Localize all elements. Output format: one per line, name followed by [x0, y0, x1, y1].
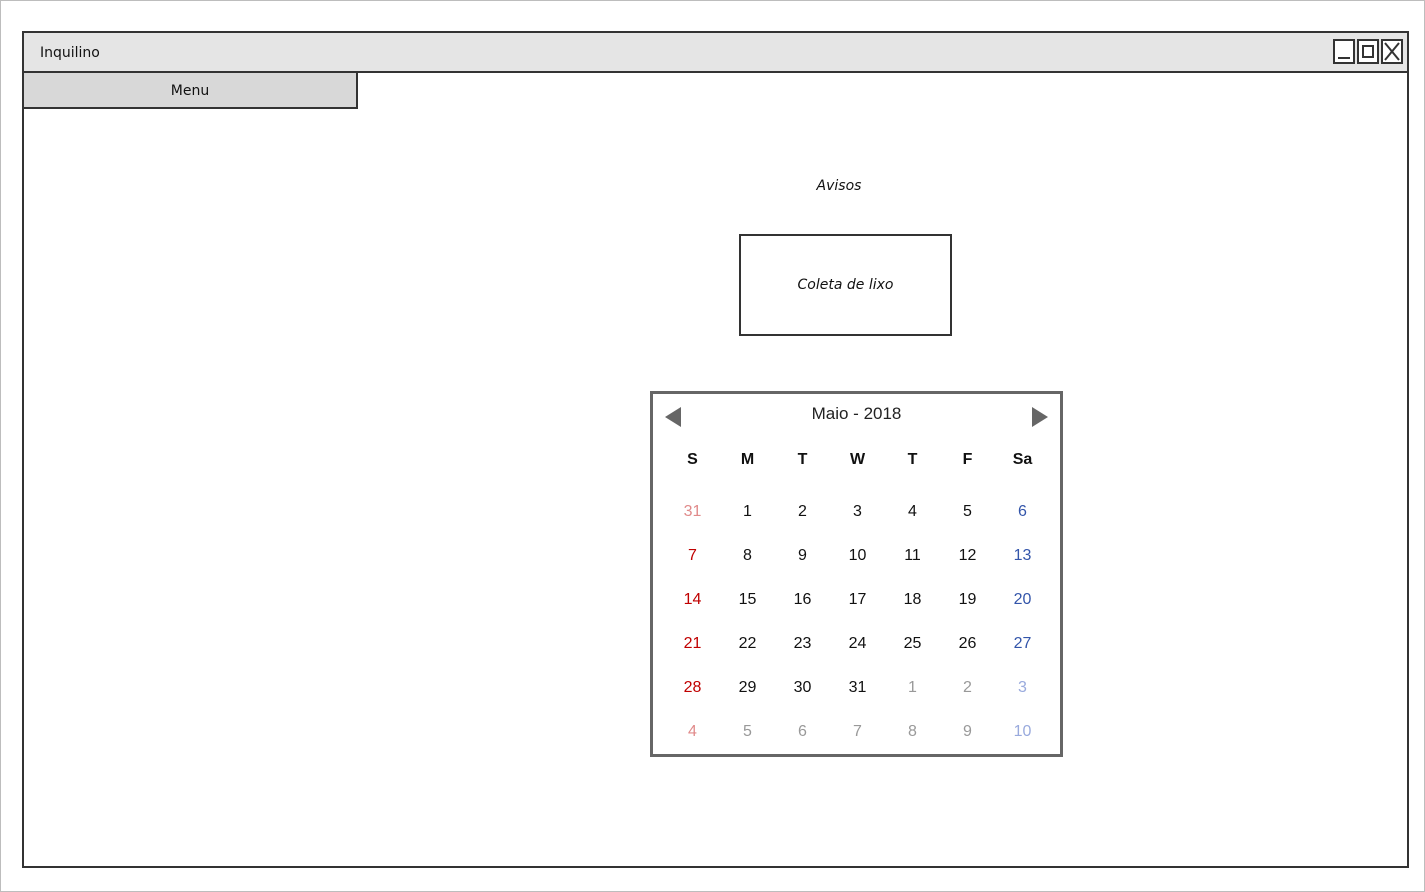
notice-card-label: Coleta de lixo	[797, 277, 894, 293]
calendar-day[interactable]: 14	[665, 578, 720, 622]
calendar-day[interactable]: 9	[940, 710, 995, 754]
weekday-header: T	[797, 451, 808, 468]
weekday-header: T	[907, 451, 918, 468]
calendar-day[interactable]: 5	[940, 490, 995, 534]
calendar-day[interactable]: 28	[665, 666, 720, 710]
notice-card[interactable]: Coleta de lixo	[739, 234, 952, 336]
minimize-icon	[1338, 57, 1350, 59]
notices-heading: Avisos	[816, 178, 862, 194]
calendar-day[interactable]: 29	[720, 666, 775, 710]
app-window: Inquilino Menu Avisos Coleta de lixo Mai…	[22, 31, 1409, 868]
window-title: Inquilino	[40, 45, 100, 61]
calendar-day[interactable]: 31	[665, 490, 720, 534]
title-bar: Inquilino	[24, 33, 1407, 73]
calendar-day[interactable]: 19	[940, 578, 995, 622]
calendar-day[interactable]: 7	[665, 534, 720, 578]
calendar-day[interactable]: 20	[995, 578, 1050, 622]
calendar-day[interactable]: 2	[940, 666, 995, 710]
next-month-arrow-icon[interactable]	[1032, 407, 1048, 427]
calendar-day[interactable]: 31	[830, 666, 885, 710]
calendar-day[interactable]: 21	[665, 622, 720, 666]
calendar-day[interactable]: 22	[720, 622, 775, 666]
calendar-day[interactable]: 15	[720, 578, 775, 622]
calendar-day[interactable]: 7	[830, 710, 885, 754]
close-icon	[1384, 42, 1400, 61]
minimize-button[interactable]	[1333, 39, 1355, 64]
calendar-header: Maio - 2018	[653, 402, 1060, 432]
menu-button[interactable]: Menu	[24, 73, 358, 109]
calendar-day[interactable]: 9	[775, 534, 830, 578]
calendar-day[interactable]: 17	[830, 578, 885, 622]
calendar-day[interactable]: 8	[720, 534, 775, 578]
weekday-header: W	[849, 451, 866, 468]
calendar-day[interactable]: 6	[775, 710, 830, 754]
calendar-day[interactable]: 5	[720, 710, 775, 754]
calendar-day[interactable]: 6	[995, 490, 1050, 534]
close-button[interactable]	[1381, 39, 1403, 64]
calendar-widget: Maio - 2018 S M T W T F Sa 31 1 2 3 4 5 6 7 8 9 10 11 12 13 1…	[650, 391, 1063, 757]
calendar-day[interactable]: 8	[885, 710, 940, 754]
calendar-day[interactable]: 1	[720, 490, 775, 534]
calendar-day[interactable]: 27	[995, 622, 1050, 666]
calendar-day[interactable]: 10	[830, 534, 885, 578]
maximize-icon	[1362, 45, 1374, 58]
calendar-day[interactable]: 24	[830, 622, 885, 666]
weekday-header: S	[687, 451, 698, 468]
weekday-header: F	[962, 451, 973, 468]
calendar-day[interactable]: 3	[830, 490, 885, 534]
calendar-day[interactable]: 4	[885, 490, 940, 534]
calendar-day[interactable]: 10	[995, 710, 1050, 754]
calendar-grid: S M T W T F Sa 31 1 2 3 4 5 6 7 8 9 10 11 12 13 14 15 16 17 18 19 2…	[665, 446, 1051, 754]
calendar-day[interactable]: 18	[885, 578, 940, 622]
calendar-day[interactable]: 13	[995, 534, 1050, 578]
calendar-day[interactable]: 12	[940, 534, 995, 578]
calendar-day[interactable]: 23	[775, 622, 830, 666]
page-background: Inquilino Menu Avisos Coleta de lixo Mai…	[0, 0, 1425, 892]
maximize-button[interactable]	[1357, 39, 1379, 64]
calendar-day[interactable]: 2	[775, 490, 830, 534]
calendar-day[interactable]: 26	[940, 622, 995, 666]
calendar-day[interactable]: 4	[665, 710, 720, 754]
calendar-day[interactable]: 25	[885, 622, 940, 666]
calendar-day[interactable]: 11	[885, 534, 940, 578]
window-controls	[1333, 39, 1403, 64]
weekday-header: M	[740, 451, 755, 468]
calendar-month-title: Maio - 2018	[811, 404, 902, 423]
calendar-day[interactable]: 16	[775, 578, 830, 622]
weekday-header: Sa	[1012, 451, 1033, 468]
calendar-day[interactable]: 1	[885, 666, 940, 710]
calendar-day[interactable]: 3	[995, 666, 1050, 710]
calendar-day[interactable]: 30	[775, 666, 830, 710]
